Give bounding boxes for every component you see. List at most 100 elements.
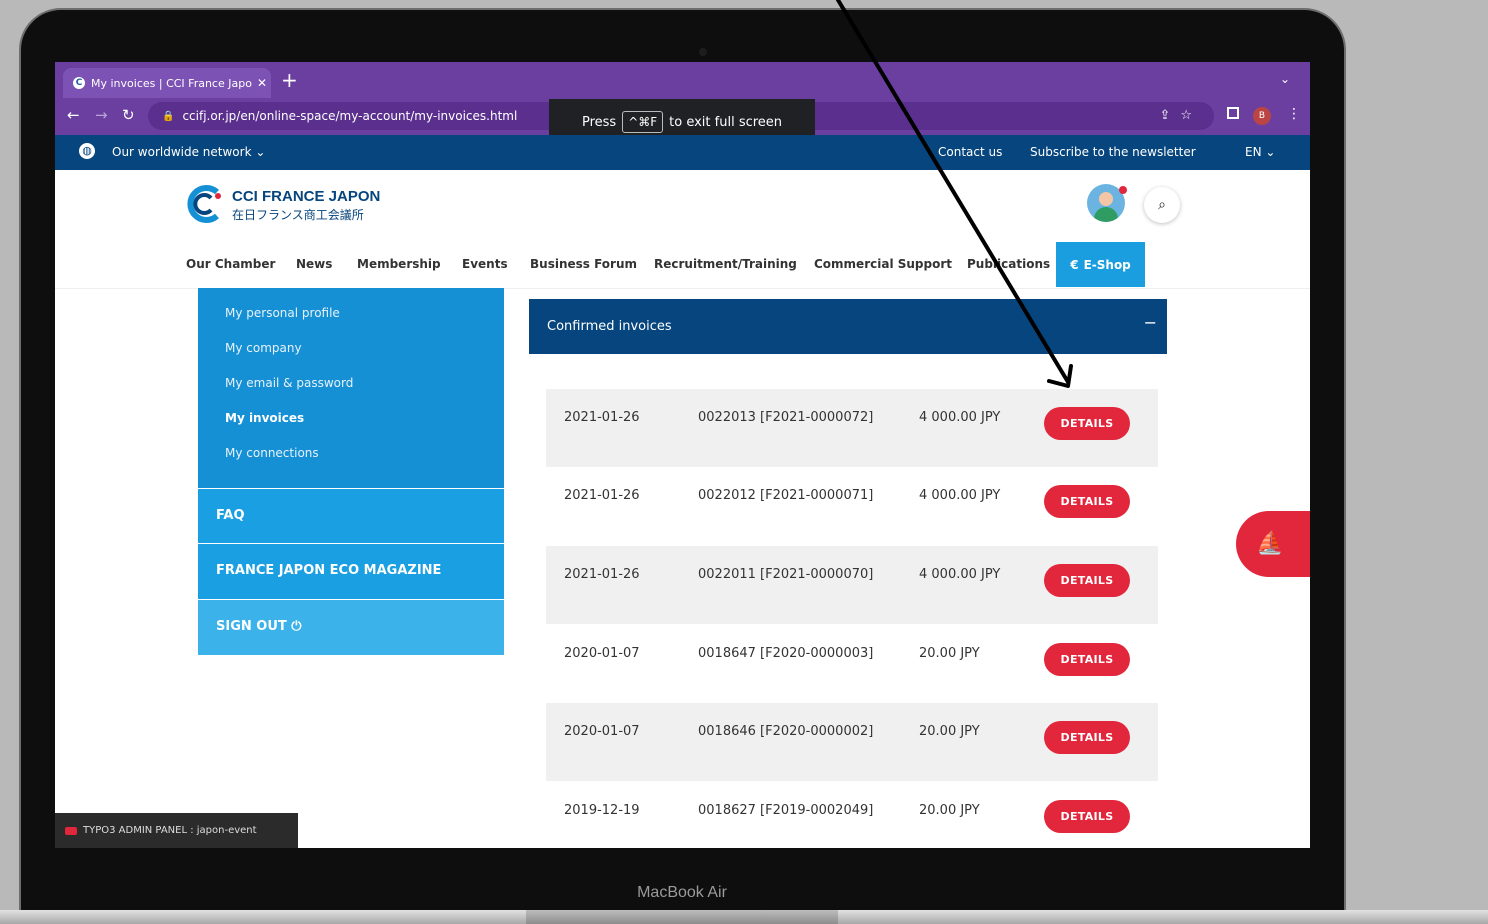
- lock-icon: 🔒: [162, 110, 175, 122]
- notification-dot: [1119, 186, 1127, 194]
- account-menu: My personal profile My company My email …: [198, 288, 504, 488]
- forward-icon[interactable]: →: [95, 106, 108, 124]
- browser-menu-icon[interactable]: ⋮: [1287, 106, 1301, 122]
- nav-news[interactable]: News: [296, 257, 332, 271]
- invoice-date: 2019-12-19: [564, 803, 640, 818]
- invoice-amount: 20.00 JPY: [919, 724, 980, 739]
- typo3-admin-panel[interactable]: TYPO3 ADMIN PANEL : japon-event: [55, 813, 298, 848]
- invoice-row: 2020-01-07 0018646 [F2020-0000002] 20.00…: [546, 703, 1158, 781]
- invoice-date: 2021-01-26: [564, 567, 640, 582]
- chevron-down-icon: ⌄: [1265, 145, 1276, 159]
- profile-avatar[interactable]: B: [1253, 107, 1271, 125]
- nav-membership[interactable]: Membership: [357, 257, 441, 271]
- browser-tabbar: C My invoices | CCI France Japo ✕ + ⌄: [55, 62, 1310, 98]
- brand-name: CCI FRANCE JAPON: [232, 188, 381, 205]
- invoice-date: 2020-01-07: [564, 646, 640, 661]
- magazine-link[interactable]: FRANCE JAPON ECO MAGAZINE: [198, 544, 504, 599]
- boat-icon: ⛵: [1256, 531, 1284, 556]
- back-icon[interactable]: ←: [67, 106, 80, 124]
- brand-name-jp: 在日フランス商工会議所: [232, 208, 364, 222]
- screen: C My invoices | CCI France Japo ✕ + ⌄ ← …: [55, 62, 1310, 848]
- side-panel-icon[interactable]: [1227, 107, 1239, 119]
- close-tab-icon[interactable]: ✕: [253, 76, 271, 90]
- newsletter-link[interactable]: Subscribe to the newsletter: [1030, 145, 1196, 159]
- utility-bar: ◍ Our worldwide network ⌄ Contact us Sub…: [55, 135, 1310, 170]
- new-tab-icon[interactable]: +: [281, 68, 298, 92]
- invoice-amount: 4 000.00 JPY: [919, 567, 1001, 582]
- tab-search-chevron-icon[interactable]: ⌄: [1280, 72, 1290, 86]
- invoice-ref: 0022012 [F2021-0000071]: [698, 488, 874, 503]
- invoice-amount: 4 000.00 JPY: [919, 488, 1001, 503]
- invoice-row: 2021-01-26 0022013 [F2021-0000072] 4 000…: [546, 389, 1158, 467]
- menu-company[interactable]: My company: [225, 341, 302, 355]
- eshop-button[interactable]: € E-Shop: [1056, 242, 1145, 287]
- details-button[interactable]: DETAILS: [1044, 800, 1130, 833]
- chevron-down-icon: ⌄: [255, 145, 266, 159]
- nav-commercial-support[interactable]: Commercial Support: [814, 257, 952, 271]
- details-button[interactable]: DETAILS: [1044, 564, 1130, 597]
- invoice-date: 2021-01-26: [564, 488, 640, 503]
- sign-out-label: SIGN OUT ⏻: [216, 619, 302, 634]
- invoice-date: 2021-01-26: [564, 410, 640, 425]
- invoice-ref: 0022013 [F2021-0000072]: [698, 410, 874, 425]
- menu-email-password[interactable]: My email & password: [225, 376, 353, 390]
- invoice-ref: 0018647 [F2020-0000003]: [698, 646, 874, 661]
- invoice-row: 2019-12-19 0018627 [F2019-0002049] 20.00…: [546, 782, 1158, 848]
- nav-events[interactable]: Events: [462, 257, 508, 271]
- invoice-row: 2021-01-26 0022012 [F2021-0000071] 4 000…: [546, 467, 1158, 545]
- main-navigation: Our Chamber News Membership Events Busin…: [55, 242, 1310, 289]
- contact-link[interactable]: Contact us: [938, 145, 1002, 159]
- confirmed-invoices-header[interactable]: Confirmed invoices −: [529, 299, 1167, 354]
- invoice-ref: 0018627 [F2019-0002049]: [698, 803, 874, 818]
- reload-icon[interactable]: ↻: [122, 106, 135, 124]
- site-header: CCI FRANCE JAPON 在日フランス商工会議所 ⌕: [55, 170, 1310, 243]
- browser-tab[interactable]: C My invoices | CCI France Japo ✕: [63, 68, 271, 98]
- nav-recruitment[interactable]: Recruitment/Training: [654, 257, 797, 271]
- typo3-logo-icon: [65, 826, 77, 835]
- worldwide-network-menu[interactable]: Our worldwide network ⌄: [112, 145, 265, 159]
- details-button[interactable]: DETAILS: [1044, 643, 1130, 676]
- admin-panel-label: TYPO3 ADMIN PANEL : japon-event: [83, 825, 257, 836]
- panel-title: Confirmed invoices: [547, 319, 672, 334]
- toast-rest: to exit full screen: [669, 114, 783, 130]
- faq-label: FAQ: [216, 508, 245, 523]
- menu-invoices[interactable]: My invoices: [225, 411, 304, 425]
- floating-shop-badge[interactable]: ⛵: [1236, 511, 1310, 577]
- invoice-amount: 20.00 JPY: [919, 803, 980, 818]
- faq-link[interactable]: FAQ: [198, 489, 504, 543]
- site-favicon-icon: C: [73, 77, 85, 89]
- details-button[interactable]: DETAILS: [1044, 721, 1130, 754]
- magazine-label: FRANCE JAPON ECO MAGAZINE: [216, 563, 442, 578]
- nav-publications[interactable]: Publications: [967, 257, 1050, 271]
- power-icon: ⏻: [291, 619, 302, 634]
- toast-shortcut: ^⌘F: [622, 111, 664, 133]
- language-selector[interactable]: EN ⌄: [1245, 145, 1275, 159]
- search-icon[interactable]: ⌕: [1144, 187, 1180, 223]
- euro-icon: €: [1070, 257, 1079, 272]
- share-star-icons[interactable]: ⇪☆: [1159, 108, 1202, 123]
- invoice-ref: 0022011 [F2021-0000070]: [698, 567, 874, 582]
- details-button[interactable]: DETAILS: [1044, 485, 1130, 518]
- menu-personal-profile[interactable]: My personal profile: [225, 306, 340, 320]
- globe-icon: ◍: [79, 143, 95, 159]
- menu-connections[interactable]: My connections: [225, 446, 319, 460]
- details-button[interactable]: DETAILS: [1044, 407, 1130, 440]
- invoice-ref: 0018646 [F2020-0000002]: [698, 724, 874, 739]
- invoice-row: 2021-01-26 0022011 [F2021-0000070] 4 000…: [546, 546, 1158, 624]
- nav-business-forum[interactable]: Business Forum: [530, 257, 637, 271]
- nav-our-chamber[interactable]: Our Chamber: [186, 257, 275, 271]
- toast-press: Press: [581, 114, 617, 130]
- invoice-amount: 20.00 JPY: [919, 646, 980, 661]
- invoice-row: 2020-01-07 0018647 [F2020-0000003] 20.00…: [546, 625, 1158, 703]
- eshop-label: E-Shop: [1083, 257, 1131, 272]
- url-text: ccifj.or.jp/en/online-space/my-account/m…: [182, 109, 518, 123]
- sign-out-button[interactable]: SIGN OUT ⏻: [198, 600, 504, 655]
- cci-logo-icon[interactable]: [185, 184, 225, 224]
- laptop-notch: [526, 910, 838, 924]
- lang-label: EN: [1245, 145, 1262, 159]
- collapse-icon[interactable]: −: [1144, 313, 1157, 332]
- network-label: Our worldwide network: [112, 145, 252, 159]
- camera: [699, 48, 707, 56]
- invoice-date: 2020-01-07: [564, 724, 640, 739]
- device-label: MacBook Air: [637, 884, 727, 901]
